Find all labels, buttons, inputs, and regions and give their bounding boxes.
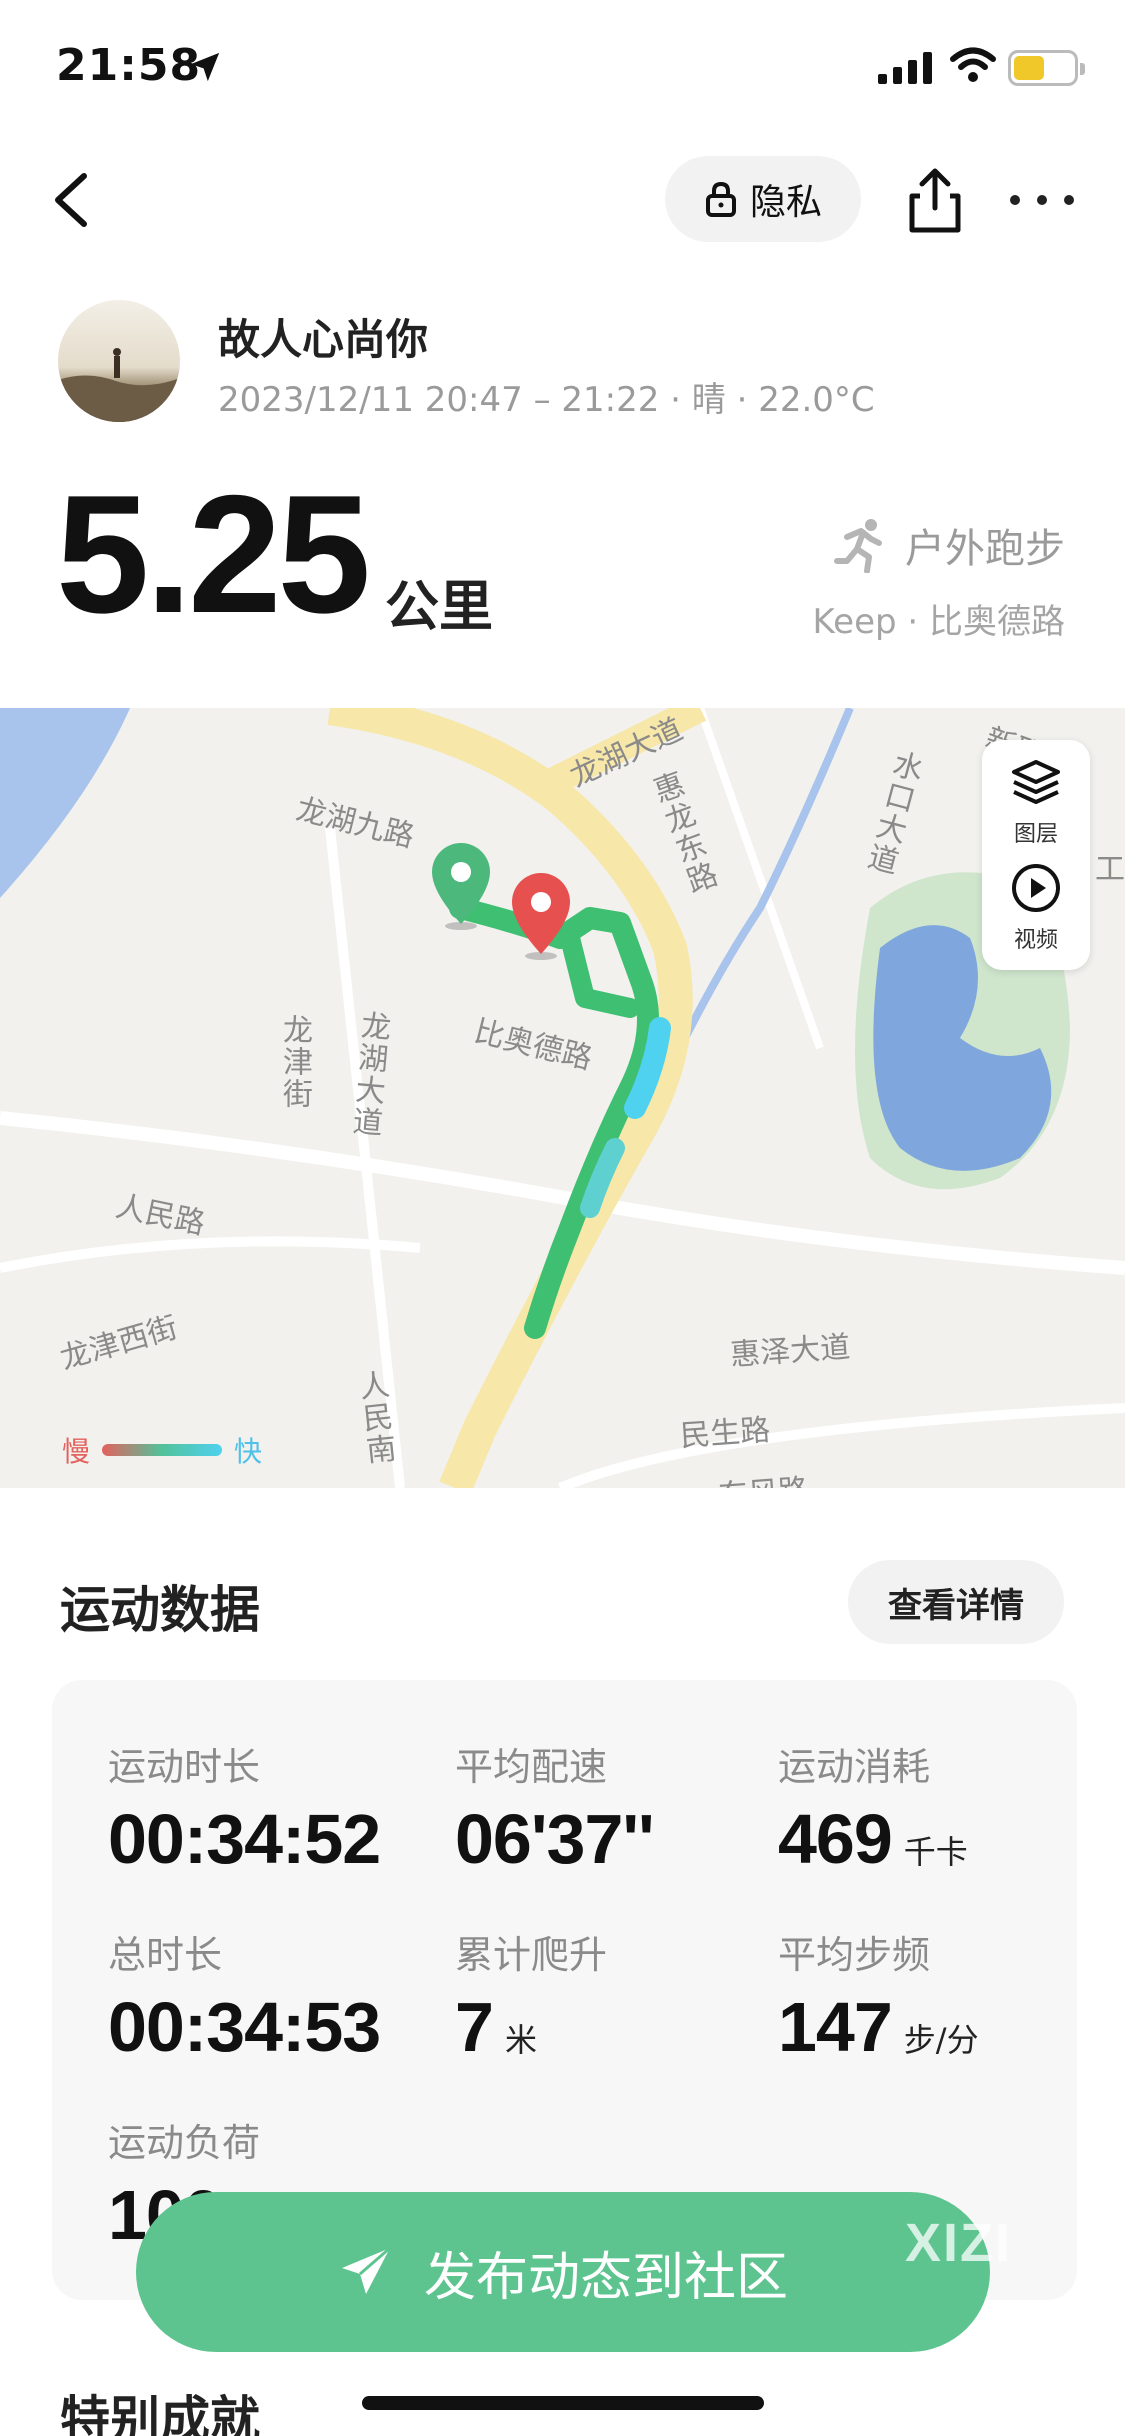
publish-label: 发布动态到社区 <box>423 2247 788 2308</box>
map-base <box>0 708 1125 1488</box>
workout-meta: 2023/12/11 20:47 – 21:22 · 晴 · 22.0°C <box>218 380 875 420</box>
stat-label: 平均步频 <box>778 1933 931 1977</box>
start-pin-icon <box>432 843 490 930</box>
distance-unit: 公里 <box>385 575 493 638</box>
stat-value: 7 <box>455 1988 494 2066</box>
map-label: 惠泽大道 <box>729 1329 852 1374</box>
view-details-button[interactable]: 查看详情 <box>848 1560 1064 1644</box>
username: 故人心尚你 <box>218 315 429 364</box>
stat-label: 总时长 <box>108 1933 223 1977</box>
layers-button[interactable]: 图层 <box>982 754 1090 848</box>
pace-legend: 慢 快 <box>62 1430 262 1470</box>
stat-total-time: 总时长 00:34:53 <box>108 1924 381 2067</box>
map-label: 龙津街 <box>277 1014 312 1110</box>
stat-label: 平均配速 <box>455 1745 608 1789</box>
sport-type: 户外跑步 <box>833 516 1065 574</box>
layers-icon <box>1012 760 1060 804</box>
stat-duration: 运动时长 00:34:52 <box>108 1736 381 1879</box>
legend-slow: 慢 <box>62 1435 91 1468</box>
stat-value: 00:34:52 <box>108 1800 381 1878</box>
running-icon <box>834 519 882 573</box>
status-bar: 21:58 <box>0 0 1125 140</box>
publish-to-community-button[interactable]: 发布动态到社区 <box>136 2192 990 2352</box>
stat-value: 147 <box>778 1988 893 2066</box>
send-icon <box>341 2246 391 2294</box>
privacy-button[interactable]: 隐私 <box>665 156 861 242</box>
stat-label: 运动负荷 <box>108 2121 261 2165</box>
battery-icon <box>1008 50 1085 86</box>
lock-icon <box>705 181 736 217</box>
stat-calories: 运动消耗 469 千卡 <box>778 1736 968 1879</box>
map-controls: 图层 视频 <box>982 740 1090 970</box>
avatar[interactable] <box>58 300 180 422</box>
map-label: 工 <box>1095 852 1125 887</box>
sport-type-label: 户外跑步 <box>905 526 1065 572</box>
stat-label: 运动时长 <box>108 1745 261 1789</box>
status-time: 21:58 <box>56 40 202 91</box>
stat-value: 00:34:53 <box>108 1988 381 2066</box>
stat-label: 累计爬升 <box>455 1933 608 1977</box>
home-indicator <box>362 2396 764 2410</box>
achievements-title: 特别成就 <box>60 2391 260 2436</box>
video-button[interactable]: 视频 <box>982 860 1090 954</box>
stat-unit: 步/分 <box>903 2021 979 2059</box>
stat-value: 469 <box>778 1800 893 1878</box>
sport-source: Keep · 比奥德路 <box>812 602 1065 642</box>
avatar-image <box>58 348 180 422</box>
back-button[interactable] <box>44 160 104 240</box>
more-options-button[interactable] <box>1010 190 1074 210</box>
layers-label: 图层 <box>1013 822 1058 847</box>
stat-elevation: 累计爬升 7米 <box>455 1924 607 2067</box>
stat-unit: 千卡 <box>903 1833 968 1871</box>
route-map[interactable]: 龙湖大道 龙湖九路 惠龙东路 水口大道 新联路 工 比奥德路 龙津街 龙湖大道 … <box>0 708 1125 1488</box>
share-icon <box>909 168 961 233</box>
chevron-left-icon <box>55 173 87 227</box>
legend-fast: 快 <box>234 1435 263 1468</box>
distance-value: 5.25 <box>56 460 371 648</box>
section-title: 运动数据 <box>60 1581 260 1639</box>
stat-avg-pace: 平均配速 06'37'' <box>455 1736 655 1879</box>
video-label: 视频 <box>1013 928 1058 953</box>
share-button[interactable] <box>900 160 970 240</box>
stat-label: 运动消耗 <box>778 1745 931 1789</box>
stat-unit: 米 <box>504 2021 537 2059</box>
cellular-signal-icon <box>878 52 932 84</box>
watermark: XIZI <box>905 2213 1013 2273</box>
play-icon <box>1012 864 1060 912</box>
privacy-label: 隐私 <box>749 182 822 223</box>
end-pin-icon <box>512 873 570 960</box>
pace-gradient-bar <box>102 1444 223 1456</box>
stat-value: 06'37'' <box>455 1800 655 1878</box>
location-arrow-icon <box>190 52 220 82</box>
stat-cadence: 平均步频 147 步/分 <box>778 1924 979 2067</box>
map-label: 民生路 <box>679 1412 772 1455</box>
wifi-icon <box>950 47 996 82</box>
